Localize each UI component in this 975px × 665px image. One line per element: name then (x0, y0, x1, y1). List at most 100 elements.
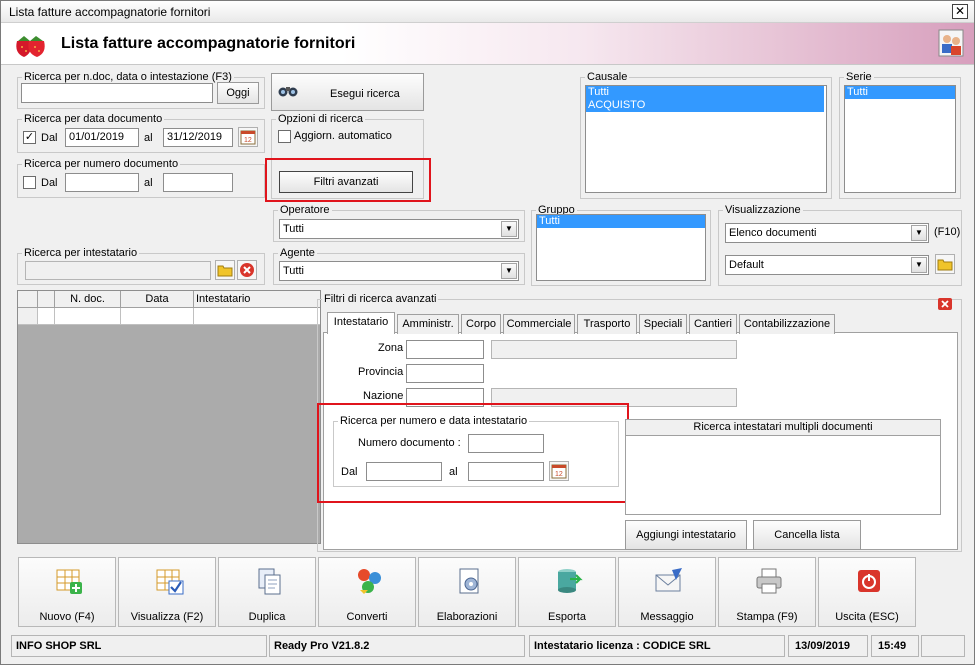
oggi-button[interactable]: Oggi (217, 82, 259, 104)
auto-refresh-checkbox[interactable] (278, 130, 291, 143)
search-options-legend: Opzioni di ricerca (278, 113, 363, 125)
intestatario-legend: Ricerca per intestatario (24, 247, 138, 259)
status-version: Ready Pro V21.8.2 (269, 635, 525, 657)
folder-icon (937, 259, 953, 271)
chevron-down-icon[interactable]: ▼ (911, 225, 927, 241)
convert-icon (358, 569, 381, 594)
export-button-label: Esporta (548, 611, 586, 623)
date-from-input[interactable]: 01/01/2019 (65, 128, 139, 147)
duplicate-icon (258, 568, 281, 595)
numero-data-highlight (317, 403, 629, 503)
tab-cantieri[interactable]: Cantieri (689, 314, 737, 334)
view-document-icon (156, 569, 184, 595)
serie-item[interactable]: Tutti (845, 86, 955, 99)
layout-select[interactable]: Default ▼ (725, 255, 929, 275)
chevron-down-icon[interactable]: ▼ (911, 257, 927, 273)
chevron-down-icon[interactable]: ▼ (501, 221, 517, 237)
search-button[interactable]: Esegui ricerca (271, 73, 424, 111)
close-window-button[interactable]: ✕ (952, 4, 968, 19)
table-cell (55, 308, 121, 324)
view-mode-select[interactable]: Elenco documenti ▼ (725, 223, 929, 243)
chevron-down-icon[interactable]: ▼ (501, 263, 517, 279)
provincia-input[interactable] (406, 364, 484, 383)
date-dal-label: Dal (41, 132, 58, 144)
tab-contabilizzazione[interactable]: Contabilizzazione (739, 314, 835, 334)
number-dal-label: Dal (41, 177, 58, 189)
zona-code-input[interactable] (406, 340, 484, 359)
operatore-legend: Operatore (280, 204, 330, 216)
users-icon (938, 29, 964, 57)
causale-list[interactable]: Tutti ACQUISTO (585, 85, 827, 193)
number-search-checkbox[interactable] (23, 176, 36, 189)
serie-list[interactable]: Tutti (844, 85, 956, 193)
print-button[interactable]: Stampa (F9) (718, 557, 816, 627)
date-to-input[interactable]: 31/12/2019 (163, 128, 233, 147)
new-button[interactable]: Nuovo (F4) (18, 557, 116, 627)
visualizzazione-legend: Visualizzazione (725, 204, 801, 216)
binoculars-icon (278, 87, 298, 97)
column-header-intestatario[interactable]: Intestatario (194, 291, 320, 308)
number-to-input[interactable] (163, 173, 233, 192)
page-title: Lista fatture accompagnatorie fornitori (61, 35, 356, 52)
text-search-legend: Ricerca per n.doc, data o intestazione (… (24, 71, 232, 83)
tab-speciali[interactable]: Speciali (639, 314, 687, 334)
clear-intestatario-button[interactable] (237, 260, 257, 280)
tab-trasporto[interactable]: Trasporto (577, 314, 637, 334)
status-company: INFO SHOP SRL (11, 635, 267, 657)
table-cell (18, 308, 38, 324)
convert-button[interactable]: Converti (318, 557, 416, 627)
view-hotkey-label: (F10) (934, 226, 961, 238)
tab-corpo[interactable]: Corpo (461, 314, 501, 334)
zona-description (491, 340, 737, 359)
causale-legend: Causale (587, 71, 628, 83)
table-row[interactable] (18, 308, 320, 325)
column-header-ndoc[interactable]: N. doc. (55, 291, 121, 308)
search-button-label: Esegui ricerca (330, 88, 400, 100)
provincia-label: Provincia (358, 366, 404, 378)
tab-amministr[interactable]: Amministr. (397, 314, 459, 334)
exit-icon (858, 570, 880, 592)
date-search-checkbox[interactable]: ✓ (23, 131, 36, 144)
advanced-button-highlight (265, 158, 431, 202)
text-search-input[interactable] (21, 83, 213, 103)
gruppo-list[interactable]: Tutti (536, 214, 706, 281)
status-date: 13/09/2019 (788, 635, 868, 657)
message-button-label: Messaggio (640, 611, 694, 623)
grid-header: N. doc. Data Intestatario (18, 291, 320, 308)
intestatario-input[interactable] (25, 261, 211, 280)
date-al-label: al (144, 132, 153, 144)
serie-legend: Serie (846, 71, 872, 83)
grid-header-corner (18, 291, 38, 308)
open-layout-button[interactable] (935, 254, 955, 274)
gruppo-item[interactable]: Tutti (537, 215, 705, 228)
close-advanced-button[interactable] (937, 297, 955, 313)
export-button[interactable]: Esporta (518, 557, 616, 627)
duplicate-button-label: Duplica (248, 611, 286, 623)
multi-intestatari-box: Ricerca intestatari multipli documenti (625, 419, 941, 515)
date-search-legend: Ricerca per data documento (24, 113, 163, 125)
causale-item[interactable]: Tutti (586, 86, 824, 99)
duplicate-button[interactable]: Duplica (218, 557, 316, 627)
print-button-label: Stampa (F9) (736, 611, 798, 623)
documents-grid[interactable]: N. doc. Data Intestatario (17, 290, 321, 544)
agente-select[interactable]: Tutti ▼ (279, 261, 519, 281)
view-button[interactable]: Visualizza (F2) (118, 557, 216, 627)
number-search-legend: Ricerca per numero documento (24, 158, 179, 170)
operatore-select[interactable]: Tutti ▼ (279, 219, 519, 239)
causale-item[interactable]: ACQUISTO (586, 99, 824, 112)
add-intestatario-button[interactable]: Aggiungi intestatario (625, 520, 747, 550)
calendar-button[interactable]: 12 (238, 127, 258, 147)
table-cell (121, 308, 194, 324)
tab-commerciale[interactable]: Commerciale (503, 314, 575, 334)
tab-intestatario[interactable]: Intestatario (327, 312, 395, 334)
exit-button[interactable]: Uscita (ESC) (818, 557, 916, 627)
column-header-data[interactable]: Data (121, 291, 194, 308)
select-intestatario-button[interactable] (215, 260, 235, 280)
clear-list-button[interactable]: Cancella lista (753, 520, 861, 550)
number-from-input[interactable] (65, 173, 139, 192)
processing-button[interactable]: Elaborazioni (418, 557, 516, 627)
convert-button-label: Converti (346, 611, 388, 623)
calendar-icon: 12 (240, 130, 256, 145)
message-button[interactable]: Messaggio (618, 557, 716, 627)
multi-intestatari-header: Ricerca intestatari multipli documenti (626, 420, 940, 436)
